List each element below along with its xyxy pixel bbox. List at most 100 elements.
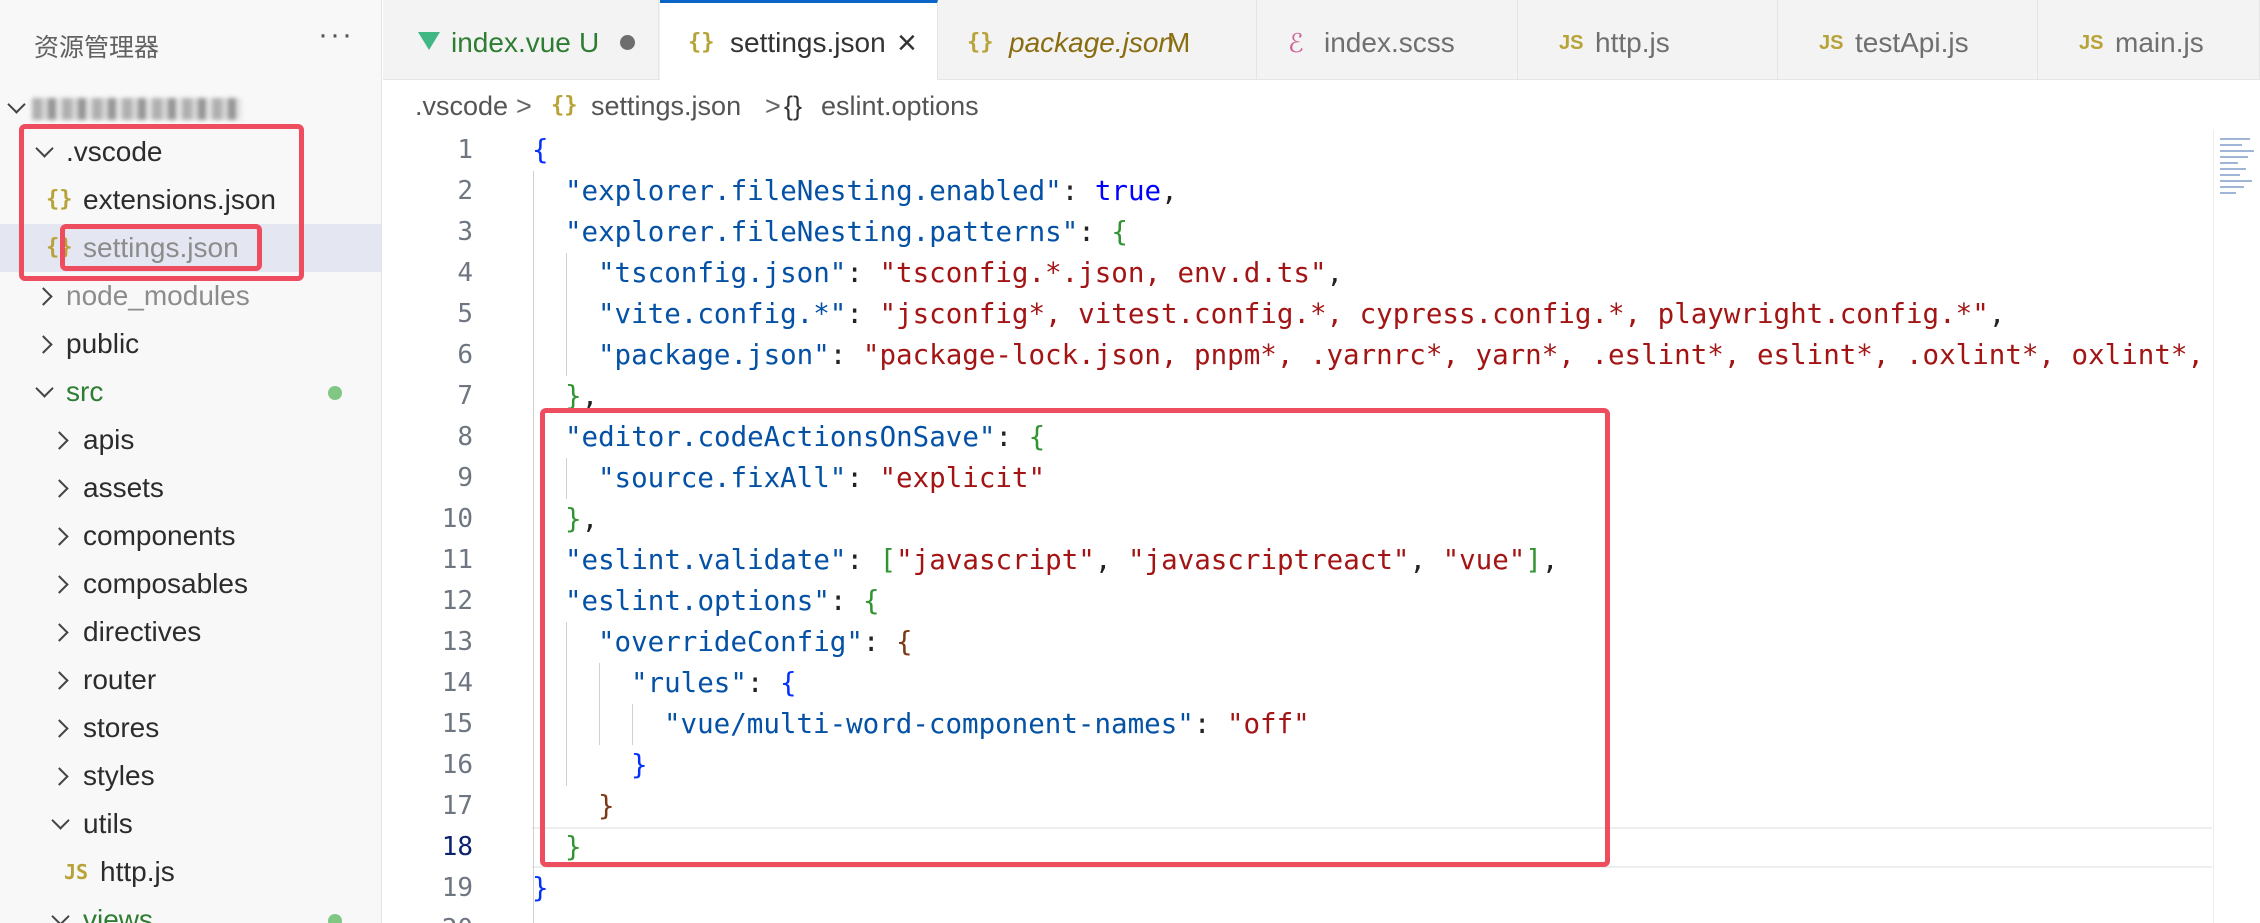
token-key: "source.fixAll" [598,462,847,494]
workspace-root[interactable] [0,84,381,132]
line-number: 20 [383,909,473,923]
token-string: "package-lock.json, pnpm*, .yarnrc*, yar… [862,339,2204,371]
indent-guide [533,171,534,923]
token-key: "eslint.options" [565,585,830,617]
code-line: } [631,745,648,786]
token-string: "explicit" [879,462,1046,494]
folder-public[interactable]: public [0,320,381,368]
json-file-icon: {} [967,30,994,55]
js-file-icon: JS [2079,32,2104,54]
tab-index-scss[interactable]: ℰ index.scss [1258,0,1518,80]
token-punct: , [1161,175,1178,207]
file-label: settings.json [83,232,239,263]
folder-router[interactable]: router [0,656,381,704]
folder-composables[interactable]: composables [0,560,381,608]
code-line: "tsconfig.json": "tsconfig.*.json, env.d… [598,253,1343,294]
code-line: } [565,827,582,868]
code-line: } [532,868,549,909]
line-number: 1 [457,135,473,165]
minimap[interactable] [2213,130,2260,923]
file-settings-json[interactable]: {} settings.json [0,224,381,272]
tab-testapi-js[interactable]: JS testApi.js [1779,0,2038,80]
folder-stores[interactable]: stores [0,704,381,752]
token-punct: , [1326,257,1344,289]
line-number: 16 [441,750,473,780]
js-file-icon: JS [64,860,89,884]
breadcrumb-symbol[interactable]: eslint.options [821,84,979,128]
token-keyword: true [1094,175,1162,207]
code-line: "explorer.fileNesting.patterns": { [565,212,1128,253]
unsaved-dot-icon[interactable] [620,35,635,50]
token-punct: : [1078,216,1112,248]
folder-views[interactable]: views [0,896,381,923]
token-key: "package.json" [598,339,830,371]
token-bracket: ] [1525,544,1542,576]
folder-utils[interactable]: utils [0,800,381,848]
folder-directives[interactable]: directives [0,608,381,656]
minimap-line [2220,144,2242,146]
token-key: "explorer.fileNesting.enabled" [565,175,1062,207]
folder-assets[interactable]: assets [0,464,381,512]
token-punct: : [1061,175,1095,207]
folder-label: node_modules [66,280,250,311]
line-number-current: 18 [441,832,473,862]
folder-vscode[interactable]: .vscode [0,128,381,176]
token-key: "vue/multi-word-component-names" [664,708,1194,740]
workspace-name-redacted [32,98,242,120]
folder-apis[interactable]: apis [0,416,381,464]
token-key: "editor.codeActionsOnSave" [565,421,996,453]
indent-guide [566,458,567,499]
git-status-dot [328,386,342,400]
file-extensions-json[interactable]: {} extensions.json [0,176,381,224]
breadcrumb-file[interactable]: settings.json [591,84,741,128]
chevron-right-icon [52,560,74,608]
tab-settings-json[interactable]: {} settings.json × [660,0,938,80]
breadcrumb-folder[interactable]: .vscode [415,84,508,128]
chevron-right-icon [52,464,74,512]
git-status-untracked: U [579,27,600,58]
more-actions-icon[interactable]: ··· [318,18,354,52]
folder-components[interactable]: components [0,512,381,560]
js-file-icon: JS [1819,32,1844,54]
chevron-right-icon [52,512,74,560]
folder-node-modules[interactable]: node_modules [0,272,381,320]
line-number: 14 [441,668,473,698]
indent-guide [566,253,567,376]
code-line: "rules": { [631,663,797,704]
indent-guide [632,704,633,745]
token-key: "rules" [631,667,747,699]
code-line: "eslint.options": { [565,581,880,622]
token-punct: : [846,462,880,494]
minimap-line [2220,174,2240,176]
tab-label: package.json [1009,27,1175,58]
code-line: "explorer.fileNesting.enabled": true, [565,171,1178,212]
breadcrumb-separator: > [516,91,532,121]
file-label: extensions.json [83,184,277,215]
code-line: "overrideConfig": { [598,622,913,663]
token-bracket: { [896,626,913,658]
folder-label: apis [83,424,135,455]
code-line: "editor.codeActionsOnSave": { [565,417,1045,458]
minimap-line [2220,156,2248,158]
line-number: 4 [457,258,473,288]
folder-label: router [83,664,157,695]
tab-label: settings.json [730,27,886,58]
line-number: 12 [441,586,473,616]
token-bracket: { [780,667,797,699]
tab-package-json[interactable]: {} package.json M [939,0,1257,80]
chevron-right-icon [52,704,74,752]
tab-index-vue[interactable]: index.vue U [383,0,659,80]
chevron-down-icon [34,128,56,176]
chevron-down-icon [50,896,72,923]
close-icon[interactable]: × [897,3,917,83]
token-punct: : [846,257,880,289]
tab-http-js[interactable]: JS http.js [1519,0,1778,80]
token-punct: : [862,626,897,658]
tab-main-js[interactable]: JS main.js [2039,0,2260,80]
folder-styles[interactable]: styles [0,752,381,800]
file-http-js[interactable]: JS http.js [0,848,381,896]
minimap-line [2220,150,2254,152]
folder-src[interactable]: src [0,368,381,416]
explorer-sidebar: 资源管理器 ··· .vscode {} extensions.json {} … [0,0,382,923]
code-editor[interactable]: 1 2 3 4 5 6 7 8 9 10 11 12 13 14 15 16 1… [383,130,2213,923]
